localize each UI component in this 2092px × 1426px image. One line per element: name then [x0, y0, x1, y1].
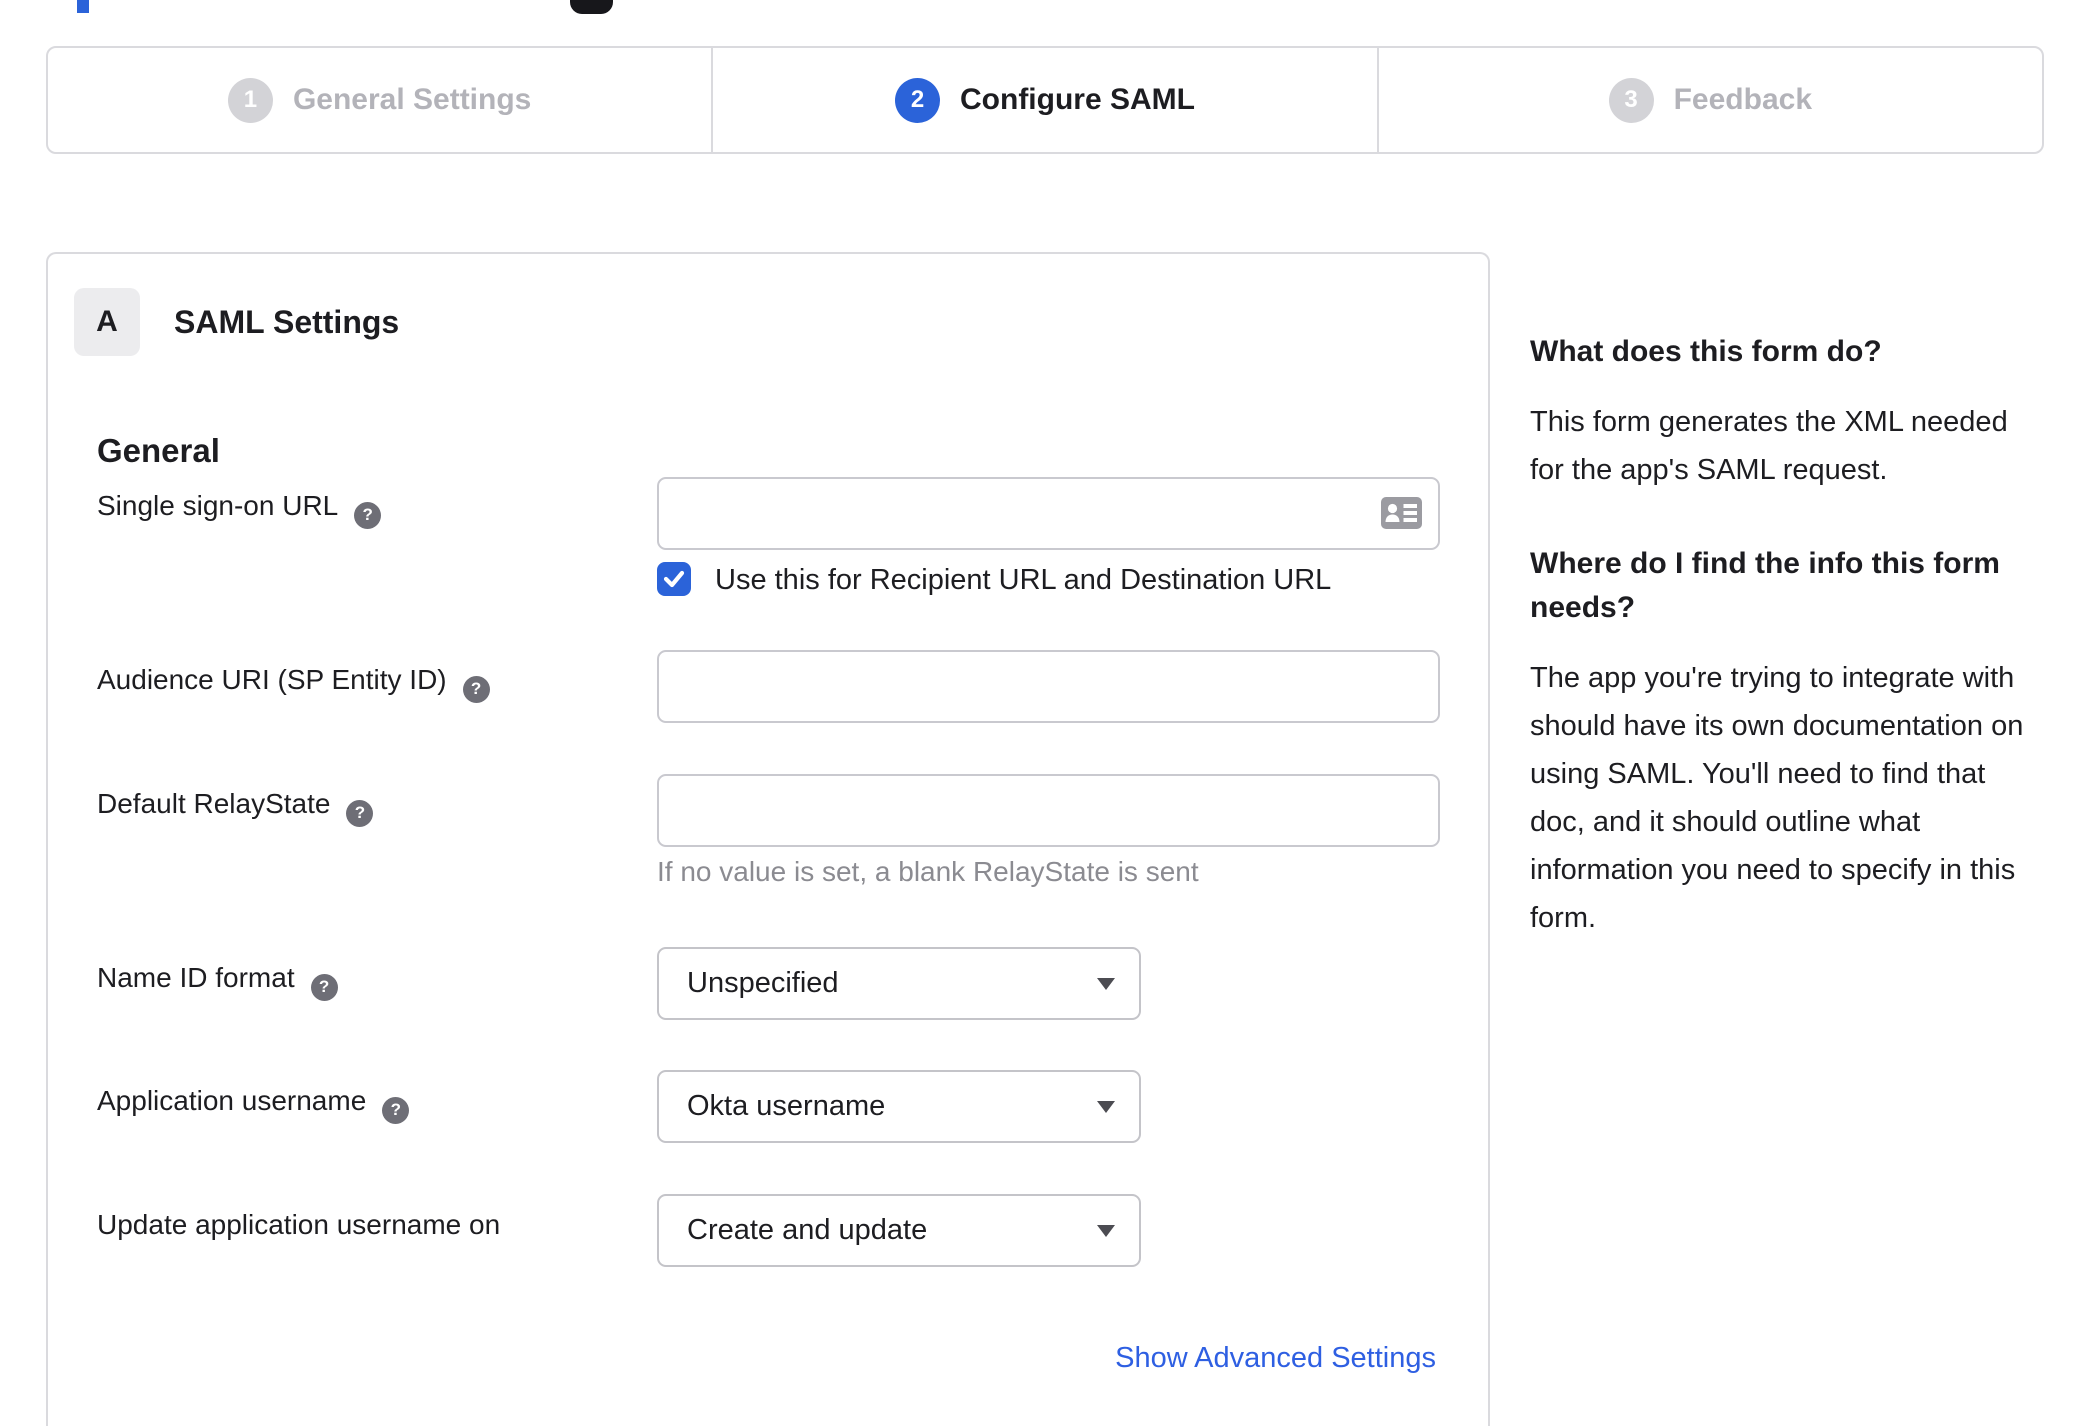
- step-label: Feedback: [1673, 83, 1813, 116]
- help-icon[interactable]: ?: [354, 501, 382, 529]
- app-username-select[interactable]: Okta username: [657, 1070, 1141, 1143]
- help-panel: What does this form do? This form genera…: [1530, 330, 2035, 942]
- step-label: Configure SAML: [960, 83, 1195, 116]
- header-cropped-logo-fragment: [570, 0, 613, 14]
- relay-state-label: Default RelayState?: [97, 788, 374, 827]
- show-advanced-settings-link[interactable]: Show Advanced Settings: [1115, 1342, 1436, 1375]
- help-icon[interactable]: ?: [346, 799, 374, 827]
- wizard-stepper: 1 General Settings 2 Configure SAML 3 Fe…: [46, 46, 2044, 154]
- help-icon[interactable]: ?: [310, 973, 338, 1001]
- update-username-value: Create and update: [687, 1214, 928, 1246]
- app-username-label: Application username?: [97, 1085, 410, 1124]
- step-number-badge: 2: [895, 77, 940, 123]
- sso-url-field-wrap: [657, 477, 1440, 550]
- general-heading: General: [97, 432, 220, 469]
- section-title: SAML Settings: [174, 303, 400, 340]
- dropdown-caret-icon: [1097, 1224, 1115, 1237]
- step-label: General Settings: [292, 83, 532, 116]
- audience-uri-label: Audience URI (SP Entity ID)?: [97, 664, 490, 703]
- help-icon[interactable]: ?: [382, 1096, 410, 1124]
- update-username-label: Update application username on: [97, 1209, 501, 1240]
- checkmark-icon: [663, 570, 685, 588]
- dropdown-caret-icon: [1097, 977, 1115, 990]
- name-id-format-label: Name ID format?: [97, 962, 338, 1001]
- help-question-1: What does this form do?: [1530, 335, 1882, 368]
- saml-settings-panel: A SAML Settings General Single sign-on U…: [46, 252, 1490, 1426]
- contact-card-icon[interactable]: [1381, 497, 1422, 529]
- help-answer-2: The app you're trying to integrate with …: [1530, 662, 2024, 934]
- help-question-2: Where do I find the info this form needs…: [1530, 547, 2000, 624]
- sso-url-label: Single sign-on URL?: [97, 490, 382, 529]
- app-username-value: Okta username: [687, 1090, 886, 1122]
- update-username-select[interactable]: Create and update: [657, 1194, 1141, 1267]
- step-number-badge: 3: [1608, 77, 1654, 123]
- name-id-format-value: Unspecified: [687, 967, 839, 999]
- step-number-badge: 1: [227, 77, 273, 123]
- audience-uri-input[interactable]: [657, 650, 1440, 723]
- name-id-format-select[interactable]: Unspecified: [657, 947, 1141, 1020]
- help-answer-1: This form generates the XML needed for t…: [1530, 406, 2008, 486]
- step-feedback[interactable]: 3 Feedback: [1376, 48, 2042, 152]
- section-a-badge: A: [74, 288, 140, 356]
- recipient-url-checkbox-label[interactable]: Use this for Recipient URL and Destinati…: [715, 564, 1331, 597]
- step-general-settings[interactable]: 1 General Settings: [48, 48, 711, 152]
- help-icon[interactable]: ?: [462, 675, 490, 703]
- relay-state-hint: If no value is set, a blank RelayState i…: [657, 856, 1199, 887]
- relay-state-input[interactable]: [657, 774, 1440, 847]
- panel-header: A SAML Settings: [74, 288, 399, 356]
- dropdown-caret-icon: [1097, 1100, 1115, 1113]
- step-configure-saml[interactable]: 2 Configure SAML: [711, 48, 1376, 152]
- header-cropped-blue-fragment: [77, 0, 89, 13]
- sso-url-input[interactable]: [657, 477, 1440, 550]
- recipient-url-checkbox[interactable]: [657, 562, 691, 596]
